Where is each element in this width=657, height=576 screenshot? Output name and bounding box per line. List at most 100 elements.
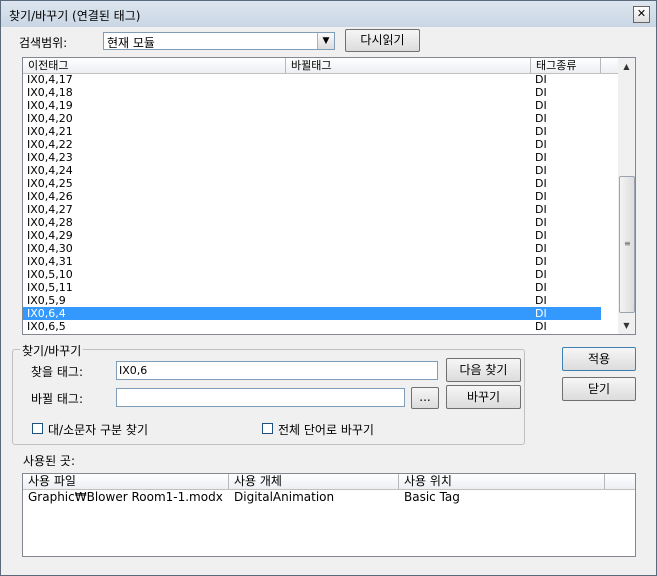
tag-type-cell: DI <box>535 216 547 229</box>
usage-location-cell: Basic Tag <box>404 490 460 504</box>
apply-button[interactable]: 적용 <box>562 347 636 371</box>
tag-list-row[interactable]: IX0,6,5 DI <box>23 320 619 333</box>
scroll-up-icon[interactable]: ▲ <box>618 58 635 75</box>
old-tag-cell: IX0,4,23 <box>27 151 73 164</box>
search-scope-select[interactable]: 현재 모듈 ▼ <box>103 32 335 50</box>
replace-tag-label: 바뀔 태그: <box>31 392 84 406</box>
find-tag-label: 찾을 태그: <box>31 365 84 379</box>
tag-type-cell: DI <box>535 73 547 86</box>
old-tag-cell: IX0,4,19 <box>27 99 73 112</box>
tag-type-cell: DI <box>535 99 547 112</box>
replace-tag-input[interactable] <box>116 388 405 407</box>
tag-list-row[interactable]: IX0,4,18 DI <box>23 86 619 99</box>
find-tag-input[interactable]: IX0,6 <box>116 361 438 380</box>
tag-list-row[interactable]: IX0,4,23 DI <box>23 151 619 164</box>
tag-list-rows: IX0,4,17 DI IX0,4,18 DI IX0,4,19 DI IX0,4,20 DI… <box>23 73 619 333</box>
tag-list-row[interactable]: IX0,5,11 DI <box>23 281 619 294</box>
usage-row[interactable]: Graphic₩Blower Room1-1.modx DigitalAnima… <box>23 490 635 505</box>
whole-word-checkbox[interactable] <box>262 423 273 434</box>
find-next-button-label: 다음 찾기 <box>459 363 508 377</box>
whole-word-label[interactable]: 전체 단어로 바꾸기 <box>278 421 374 438</box>
tag-type-cell: DI <box>535 294 547 307</box>
column-header-old-tag[interactable]: 이전태그 <box>23 58 286 73</box>
tag-type-cell: DI <box>535 125 547 138</box>
tag-type-cell: DI <box>535 281 547 294</box>
tag-list-row[interactable]: IX0,4,31 DI <box>23 255 619 268</box>
browse-button-label: ... <box>419 390 431 404</box>
search-scope-label: 검색범위: <box>19 36 68 50</box>
usage-file-cell: Graphic₩Blower Room1-1.modx <box>28 490 223 504</box>
find-replace-dialog: 찾기/바꾸기 (연결된 태그) ✕ 검색범위: 현재 모듈 ▼ 다시읽기 이전태… <box>0 0 657 576</box>
tag-list-row[interactable]: IX0,6,4 DI <box>23 307 601 320</box>
tag-type-cell: DI <box>535 138 547 151</box>
scroll-thumb[interactable]: ≡ <box>619 176 635 313</box>
tag-list-row[interactable]: IX0,4,25 DI <box>23 177 619 190</box>
tag-list-row[interactable]: IX0,4,17 DI <box>23 73 619 86</box>
old-tag-cell: IX0,5,9 <box>27 294 66 307</box>
search-scope-value: 현재 모듈 <box>107 36 155 50</box>
old-tag-cell: IX0,4,18 <box>27 86 73 99</box>
scroll-down-icon[interactable]: ▼ <box>618 317 635 334</box>
old-tag-cell: IX0,4,26 <box>27 190 73 203</box>
close-window-button[interactable]: ✕ <box>633 6 650 23</box>
tag-list-row[interactable]: IX0,4,26 DI <box>23 190 619 203</box>
find-replace-group-label: 찾기/바꾸기 <box>20 342 84 359</box>
find-next-button[interactable]: 다음 찾기 <box>446 358 521 382</box>
column-header-usage-object[interactable]: 사용 개체 <box>229 474 399 489</box>
tag-type-cell: DI <box>535 151 547 164</box>
close-icon: ✕ <box>636 7 647 20</box>
usage-list-header: 사용 파일 사용 개체 사용 위치 <box>23 474 635 490</box>
tag-type-cell: DI <box>535 164 547 177</box>
column-header-usage-file[interactable]: 사용 파일 <box>23 474 229 489</box>
reload-button-label: 다시읽기 <box>360 33 405 47</box>
apply-button-label: 적용 <box>587 352 611 366</box>
chevron-down-icon[interactable]: ▼ <box>317 33 334 49</box>
column-header-tag-type[interactable]: 태그종류 <box>531 58 601 73</box>
usage-object-cell: DigitalAnimation <box>234 490 335 504</box>
title-bar: 찾기/바꾸기 (연결된 태그) ✕ <box>1 1 656 27</box>
tag-type-cell: DI <box>535 320 547 333</box>
usage-label: 사용된 곳: <box>23 454 76 468</box>
tag-type-cell: DI <box>535 242 547 255</box>
tag-type-cell: DI <box>535 177 547 190</box>
old-tag-cell: IX0,4,27 <box>27 203 73 216</box>
usage-list[interactable]: 사용 파일 사용 개체 사용 위치 Graphic₩Blower Room1-1… <box>22 473 636 557</box>
tag-list-row[interactable]: IX0,4,27 DI <box>23 203 619 216</box>
old-tag-cell: IX0,4,21 <box>27 125 73 138</box>
tag-list-row[interactable]: IX0,4,20 DI <box>23 112 619 125</box>
tag-type-cell: DI <box>535 307 547 320</box>
old-tag-cell: IX0,4,29 <box>27 229 73 242</box>
case-sensitive-label[interactable]: 대/소문자 구분 찾기 <box>48 421 148 438</box>
replace-button[interactable]: 바꾸기 <box>446 385 521 409</box>
reload-button[interactable]: 다시읽기 <box>345 29 420 52</box>
close-button[interactable]: 닫기 <box>562 377 636 401</box>
tag-list-header: 이전태그 바뀔태그 태그종류 <box>23 58 619 74</box>
tag-type-cell: DI <box>535 190 547 203</box>
close-button-label: 닫기 <box>587 382 611 396</box>
tag-list-row[interactable]: IX0,5,9 DI <box>23 294 619 307</box>
old-tag-cell: IX0,6,4 <box>27 307 66 320</box>
tag-list-row[interactable]: IX0,4,30 DI <box>23 242 619 255</box>
old-tag-cell: IX0,4,30 <box>27 242 73 255</box>
tag-list-row[interactable]: IX0,4,24 DI <box>23 164 619 177</box>
column-header-new-tag[interactable]: 바뀔태그 <box>286 58 531 73</box>
tag-list-scrollbar[interactable]: ▲ ≡ ▼ <box>618 58 635 334</box>
tag-list-row[interactable]: IX0,5,10 DI <box>23 268 619 281</box>
tag-list[interactable]: 이전태그 바뀔태그 태그종류 IX0,4,17 DI IX0,4,18 DI IX0,4… <box>22 57 636 335</box>
find-tag-value: IX0,6 <box>119 364 148 377</box>
browse-button[interactable]: ... <box>411 387 439 409</box>
tag-list-row[interactable]: IX0,4,21 DI <box>23 125 619 138</box>
old-tag-cell: IX0,5,10 <box>27 268 73 281</box>
old-tag-cell: IX0,4,17 <box>27 73 73 86</box>
tag-type-cell: DI <box>535 86 547 99</box>
case-sensitive-checkbox[interactable] <box>32 423 43 434</box>
grip-icon: ≡ <box>624 239 631 248</box>
tag-list-row[interactable]: IX0,4,19 DI <box>23 99 619 112</box>
tag-list-row[interactable]: IX0,4,28 DI <box>23 216 619 229</box>
tag-type-cell: DI <box>535 112 547 125</box>
tag-type-cell: DI <box>535 203 547 216</box>
old-tag-cell: IX0,4,22 <box>27 138 73 151</box>
tag-list-row[interactable]: IX0,4,29 DI <box>23 229 619 242</box>
column-header-usage-location[interactable]: 사용 위치 <box>399 474 605 489</box>
tag-list-row[interactable]: IX0,4,22 DI <box>23 138 619 151</box>
